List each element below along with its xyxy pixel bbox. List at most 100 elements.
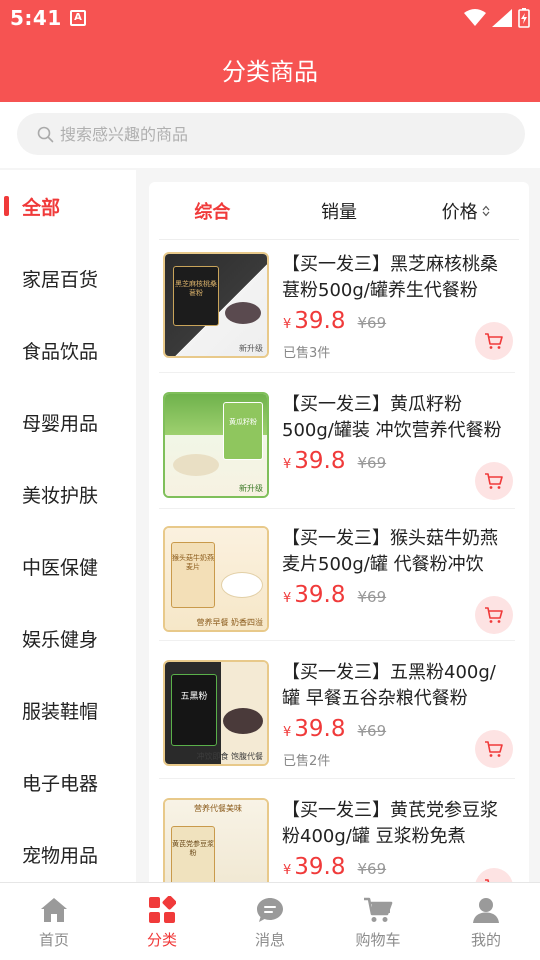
category-sidebar: 全部 家居百货 食品饮品 母婴用品 美妆护肤 中医保健 娱乐健身 服装鞋帽 电子… — [0, 170, 136, 882]
price-row: ¥ 39.8 ¥69 — [283, 308, 386, 334]
product-image-caption: 猴头菇牛奶燕麦片 — [172, 554, 214, 571]
sidebar-item-label: 全部 — [22, 196, 61, 219]
sidebar-item-electronics[interactable]: 电子电器 — [0, 746, 136, 818]
sold-count: 已售3件 — [283, 346, 331, 361]
product-name: 【买一发三】黑芝麻核桃桑葚粉500g/罐养生代餐粉 — [282, 254, 498, 301]
add-to-cart-button[interactable] — [475, 596, 513, 634]
sidebar-item-baby[interactable]: 母婴用品 — [0, 386, 136, 458]
product-image-caption: 黄芪党参豆浆粉 — [172, 840, 214, 857]
product-price: 39.8 — [294, 582, 346, 608]
divider — [159, 640, 515, 641]
price-row: ¥ 39.8 ¥69 — [283, 716, 386, 742]
sidebar-item-label: 美妆护肤 — [22, 484, 99, 507]
product-image-tag: 冲饮即食 饱腹代餐 — [196, 752, 263, 761]
status-time: 5:41 — [10, 6, 62, 30]
product-name: 【买一发三】黄芪党参豆浆粉400g/罐 豆浆粉免煮 — [282, 800, 498, 847]
sort-comprehensive[interactable]: 综合 — [149, 198, 276, 224]
sidebar-item-label: 电子电器 — [22, 772, 99, 795]
product-name: 【买一发三】黄瓜籽粉500g/罐装 冲饮营养代餐粉 — [282, 394, 502, 441]
sidebar-item-food-drinks[interactable]: 食品饮品 — [0, 314, 136, 386]
wifi-icon — [464, 9, 486, 26]
sort-sales[interactable]: 销量 — [276, 198, 403, 224]
product-image-tag: 营养代餐美味 — [194, 804, 242, 813]
product-name: 【买一发三】猴头菇牛奶燕麦片500g/罐 代餐粉冲饮 — [282, 528, 498, 575]
sidebar-item-label: 食品饮品 — [22, 340, 99, 363]
product-image: 冲饮即食 饱腹代餐 五黑粉 — [163, 660, 269, 766]
tab-category[interactable]: 分类 — [108, 883, 216, 960]
price-row: ¥ 39.8 ¥69 — [283, 582, 386, 608]
original-price: ¥69 — [357, 860, 387, 878]
currency-symbol: ¥ — [283, 725, 292, 740]
home-icon — [39, 895, 69, 925]
product-price: 39.8 — [294, 854, 346, 880]
sort-bar: 综合 销量 价格 — [149, 182, 529, 240]
product-panel: 综合 销量 价格 新升级 黑芝麻核桃桑葚粉 【买一发三】黑芝麻核桃桑葚粉500g… — [149, 182, 529, 882]
tab-cart[interactable]: 购物车 — [324, 883, 432, 960]
product-image-caption: 黑芝麻核桃桑葚粉 — [175, 280, 217, 297]
tab-messages[interactable]: 消息 — [216, 883, 324, 960]
divider — [159, 778, 515, 779]
currency-symbol: ¥ — [283, 457, 292, 472]
sidebar-item-label: 服装鞋帽 — [22, 700, 99, 723]
add-to-cart-button[interactable] — [475, 730, 513, 768]
search-icon — [37, 126, 54, 142]
add-to-cart-button[interactable] — [475, 462, 513, 500]
product-image: 营养代餐美味 黄芪党参豆浆粉 — [163, 798, 269, 882]
sidebar-item-all[interactable]: 全部 — [0, 170, 136, 242]
search-box[interactable] — [17, 113, 525, 155]
search-input[interactable] — [60, 124, 480, 144]
header: 5:41 A 分类商品 — [0, 0, 540, 102]
sidebar-item-apparel[interactable]: 服装鞋帽 — [0, 674, 136, 746]
sidebar-item-tcm-health[interactable]: 中医保健 — [0, 530, 136, 602]
sidebar-item-fitness[interactable]: 娱乐健身 — [0, 602, 136, 674]
product-image: 新升级 黑芝麻核桃桑葚粉 — [163, 252, 269, 358]
sidebar-item-home-goods[interactable]: 家居百货 — [0, 242, 136, 314]
signal-icon — [492, 9, 512, 27]
cart-icon — [485, 473, 503, 489]
original-price: ¥69 — [357, 454, 387, 472]
category-icon — [147, 895, 177, 925]
product-item[interactable]: 冲饮即食 饱腹代餐 五黑粉 【买一发三】五黑粉400g/罐 早餐五谷杂粮代餐粉 … — [159, 652, 515, 772]
product-name: 【买一发三】五黑粉400g/罐 早餐五谷杂粮代餐粉 — [282, 662, 496, 709]
sidebar-item-beauty[interactable]: 美妆护肤 — [0, 458, 136, 530]
original-price: ¥69 — [357, 722, 387, 740]
sidebar-item-label: 宠物用品 — [22, 844, 99, 867]
product-image-tag: 营养早餐 奶香四溢 — [196, 618, 263, 627]
product-item[interactable]: 营养代餐美味 黄芪党参豆浆粉 【买一发三】黄芪党参豆浆粉400g/罐 豆浆粉免煮… — [159, 790, 515, 882]
tab-label: 首页 — [38, 931, 69, 949]
cart-icon — [485, 333, 503, 349]
divider — [159, 239, 519, 240]
original-price: ¥69 — [357, 588, 387, 606]
sidebar-item-label: 中医保健 — [22, 556, 99, 579]
battery-icon — [518, 8, 530, 28]
sort-label: 销量 — [321, 202, 357, 223]
sold-count: 已售2件 — [283, 754, 331, 769]
cart-icon — [485, 741, 503, 757]
product-price: 39.8 — [294, 448, 346, 474]
currency-symbol: ¥ — [283, 317, 292, 332]
tab-home[interactable]: 首页 — [0, 883, 108, 960]
sidebar-item-pets[interactable]: 宠物用品 — [0, 818, 136, 882]
product-item[interactable]: 新升级 黄瓜籽粉 【买一发三】黄瓜籽粉500g/罐装 冲饮营养代餐粉 ¥ 39.… — [159, 384, 515, 504]
page-title: 分类商品 — [222, 58, 318, 86]
product-price: 39.8 — [294, 716, 346, 742]
sidebar-item-label: 娱乐健身 — [22, 628, 99, 651]
sort-label: 综合 — [194, 202, 231, 223]
divider — [159, 372, 515, 373]
tab-profile[interactable]: 我的 — [432, 883, 540, 960]
notification-icon: A — [70, 10, 86, 26]
price-row: ¥ 39.8 ¥69 — [283, 448, 386, 474]
product-image: 新升级 黄瓜籽粉 — [163, 392, 269, 498]
sort-arrows-icon — [482, 205, 490, 217]
sort-price[interactable]: 价格 — [402, 198, 529, 224]
currency-symbol: ¥ — [283, 863, 292, 878]
tab-label: 我的 — [470, 931, 501, 949]
search-bar — [0, 102, 540, 168]
status-icons — [464, 6, 530, 30]
add-to-cart-button[interactable] — [475, 322, 513, 360]
sort-label: 价格 — [441, 202, 478, 223]
add-to-cart-button[interactable] — [475, 868, 513, 882]
product-item[interactable]: 营养早餐 奶香四溢 猴头菇牛奶燕麦片 【买一发三】猴头菇牛奶燕麦片500g/罐 … — [159, 518, 515, 638]
product-image-caption: 五黑粉 — [180, 692, 208, 702]
product-item[interactable]: 新升级 黑芝麻核桃桑葚粉 【买一发三】黑芝麻核桃桑葚粉500g/罐养生代餐粉 ¥… — [159, 244, 515, 364]
